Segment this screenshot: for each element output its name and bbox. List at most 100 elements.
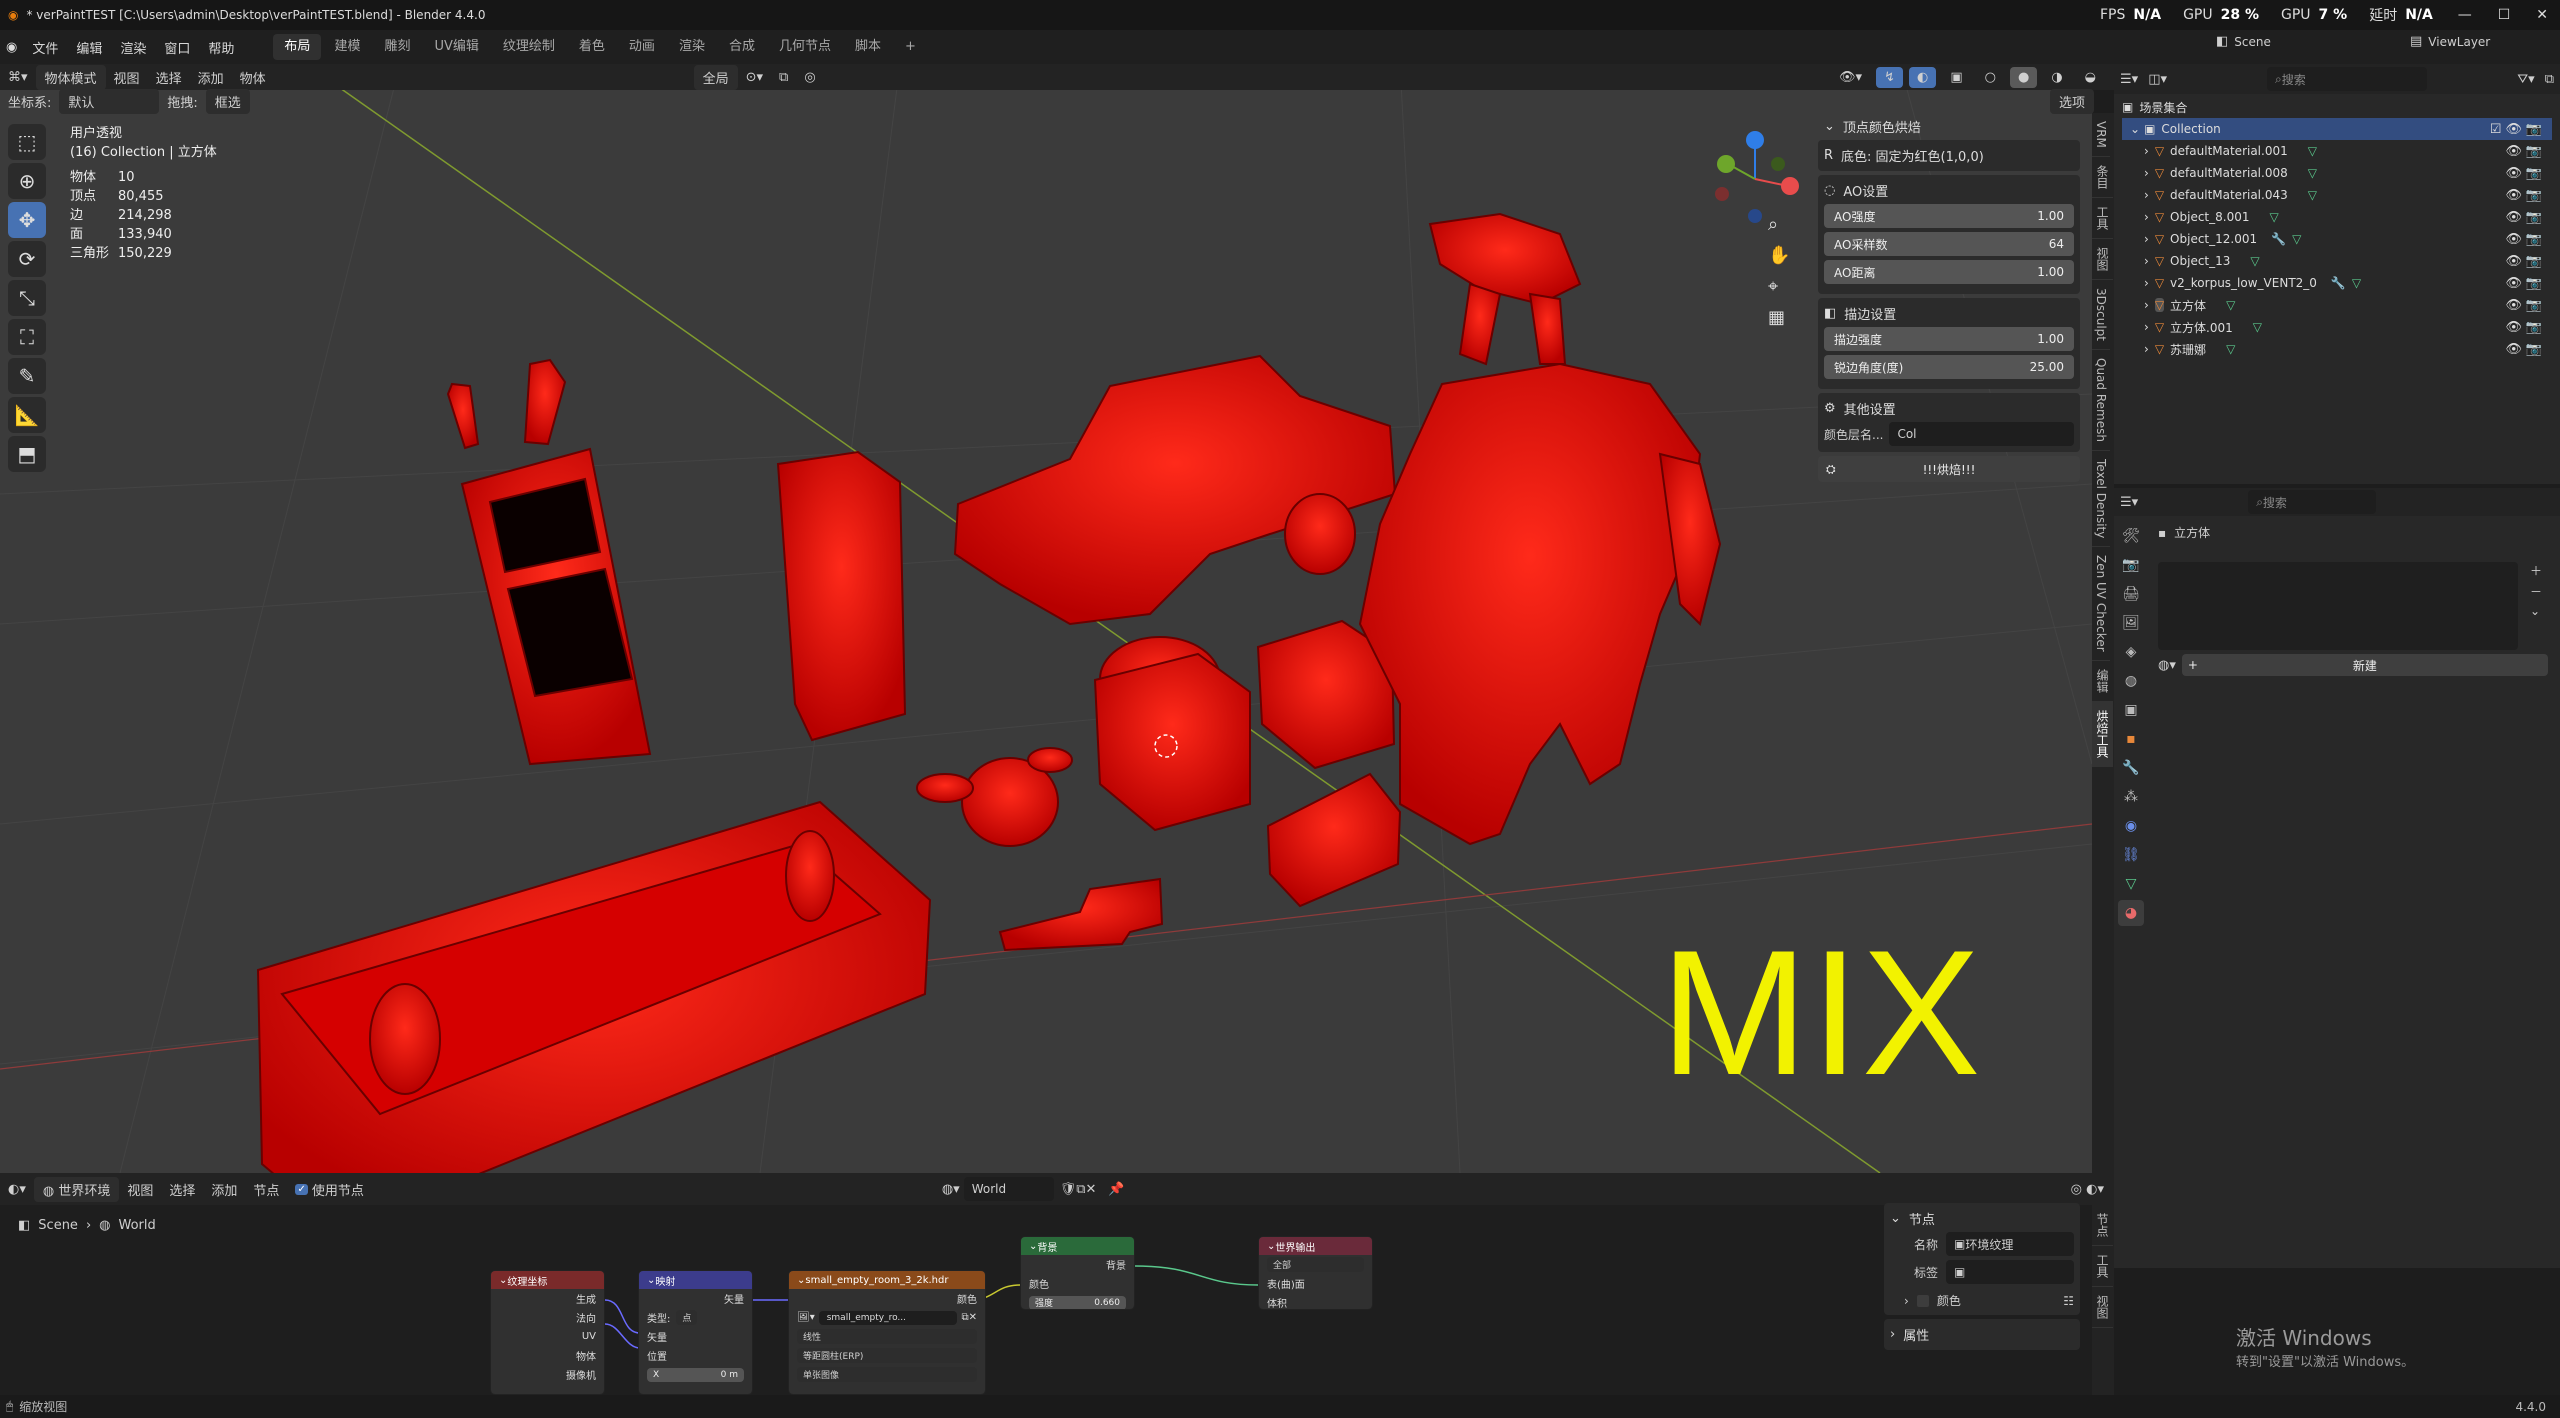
filter-icon[interactable]: ⛛▾ [2517,72,2534,87]
blender-menu-icon[interactable]: ◉ [6,40,17,55]
visibility-eye-icon[interactable]: ☑ 👁 [2490,122,2522,137]
render-props-icon[interactable]: 📷 [2118,552,2144,578]
ne-menu-node[interactable]: 节点 [245,1177,287,1202]
remove-slot-icon[interactable]: － [2530,583,2542,600]
render-camera-icon[interactable]: 📷 [2526,232,2542,247]
drag-dropdown[interactable]: 框选 [205,88,250,114]
new-collection-icon[interactable]: ⧉ [2545,72,2554,87]
ne-menu-add[interactable]: 添加 [203,1177,245,1202]
physics-props-icon[interactable]: ◉ [2118,813,2144,839]
outliner-item[interactable]: › ▽ defaultMaterial.043 ▽ 👁 📷 [2122,184,2552,206]
viewlayer-name[interactable]: ViewLayer [2428,35,2490,49]
properties-search[interactable]: ⌕ 搜索 [2248,490,2377,514]
outliner-item[interactable]: › ▽ v2_korpus_low_VENT2_0 🔧 ▽ 👁 📷 [2122,272,2552,294]
tab-scripting[interactable]: 脚本 [844,34,892,60]
render-camera-icon[interactable]: 📷 [2526,166,2542,181]
editor-type-icon[interactable]: ⌘▾ [0,67,36,88]
node-background[interactable]: ⌄ 背景 背景 颜色 强度 0.660 [1020,1236,1135,1310]
tab-node[interactable]: 节点 [2092,1205,2113,1246]
socket-color-in[interactable]: 颜色 [1021,1274,1134,1293]
vp-menu-add[interactable]: 添加 [190,65,232,90]
interpolation-dropdown[interactable]: 线性 [797,1329,977,1344]
breadcrumb-scene[interactable]: Scene [38,1218,78,1233]
tab-view[interactable]: 视图 [2092,239,2113,280]
transform-orientation[interactable]: 全局 [693,64,738,90]
scene-object-car-frame[interactable] [446,358,652,766]
ao-samples-field[interactable]: AO采样数 64 [1824,232,2074,256]
fake-user-icon[interactable]: 🛡⧉✕ [1060,1182,1097,1197]
zoom-icon[interactable]: ⌕ [1768,214,1790,235]
outliner-item[interactable]: › ▽ Object_8.001 ▽ 👁 📷 [2122,206,2552,228]
minimize-icon[interactable]: — [2458,7,2472,23]
slot-menu-icon[interactable]: ⌄ [2530,604,2542,618]
edge-strength-field[interactable]: 描边强度 1.00 [1824,327,2074,351]
vp-menu-view[interactable]: 视图 [106,65,148,90]
socket-uv[interactable]: UV [491,1327,604,1346]
outliner-item[interactable]: › ▽ 苏珊娜 ▽ 👁 📷 [2122,338,2552,360]
visibility-eye-icon[interactable]: 👁 [2505,166,2522,181]
visibility-eye-icon[interactable]: 👁 [2505,342,2522,357]
grid-view-icon[interactable]: ▦ [1768,307,1790,328]
ao-strength-field[interactable]: AO强度 1.00 [1824,204,2074,228]
scene-object-suzanne[interactable] [916,747,1073,847]
output-target-dropdown[interactable]: 全部 [1267,1257,1364,1272]
tab-node-view[interactable]: 视图 [2092,1287,2113,1328]
node-mapping[interactable]: ⌄ 映射 矢量 类型: 点 矢量 位置 X0 m [638,1270,753,1395]
outliner-item[interactable]: › ▽ 立方体.001 ▽ 👁 📷 [2122,316,2552,338]
node-label-field[interactable]: ▣ [1946,1260,2074,1284]
tab-node-tool[interactable]: 工具 [2092,1246,2113,1287]
render-camera-icon[interactable]: 📷 [2526,144,2542,159]
maximize-icon[interactable]: ☐ [2498,7,2511,23]
transform-tool-icon[interactable]: ⛶ [8,319,46,355]
strength-field[interactable]: 强度 0.660 [1029,1295,1126,1309]
coord-system-dropdown[interactable]: 默认 [59,88,160,114]
new-material-button[interactable]: + 新建 [2181,654,2548,676]
outliner-search[interactable]: ⌕ 搜索 [2267,67,2427,91]
scene-object-robot[interactable] [1358,212,1722,846]
render-camera-icon[interactable]: 📷 [2526,320,2542,335]
object-props-icon[interactable]: ▪ [2118,726,2144,752]
annotate-tool-icon[interactable]: ✎ [8,358,46,394]
world-props-icon[interactable]: ◍ [2118,668,2144,694]
node-texture-coordinate[interactable]: ⌄ 纹理坐标 生成 法向 UV 物体 摄像机 [490,1270,605,1395]
move-tool-icon[interactable]: ✥ [8,202,46,238]
ao-distance-field[interactable]: AO距离 1.00 [1824,260,2074,284]
shading-rendered-icon[interactable]: ◒ [2077,67,2104,88]
properties-editor-icon[interactable]: ☰▾ [2120,495,2138,510]
overlay-toggle-icon[interactable]: ◐ [1908,66,1937,88]
visibility-eye-icon[interactable]: 👁 [2505,232,2522,247]
projection-dropdown[interactable]: 等距圆柱(ERP) [797,1348,977,1363]
tab-zen-uv-checker[interactable]: Zen UV Checker [2092,547,2110,661]
tab-edit[interactable]: 编辑 [2092,661,2113,702]
outliner-item[interactable]: › ▽ defaultMaterial.001 ▽ 👁 📷 [2122,140,2552,162]
tab-texture-paint[interactable]: 纹理绘制 [492,34,566,60]
visibility-eye-icon[interactable]: 👁 [2505,276,2522,291]
node-environment-texture[interactable]: ⌄ small_empty_room_3_2k.hdr 颜色 🖼▾ small_e… [788,1270,986,1395]
scene-object-gun[interactable] [998,877,1164,952]
visibility-eye-icon[interactable]: 👁 [2505,144,2522,159]
options-dropdown[interactable]: 选项 [2049,88,2094,114]
overlay-icon[interactable]: ◎ ◐▾ [2071,1182,2104,1197]
scene-object-fridge[interactable] [776,450,907,742]
tab-layout[interactable]: 布局 [273,34,322,60]
socket-vector-out[interactable]: 矢量 [639,1289,752,1308]
menu-render[interactable]: 渲染 [111,38,155,57]
scene-object-box-open[interactable] [1093,652,1251,832]
socket-object[interactable]: 物体 [491,1346,604,1365]
menu-help[interactable]: 帮助 [199,38,243,57]
tab-tool[interactable]: 工具 [2092,198,2113,239]
socket-normal[interactable]: 法向 [491,1308,604,1327]
socket-generated[interactable]: 生成 [491,1289,604,1308]
ne-menu-select[interactable]: 选择 [161,1177,203,1202]
collection-props-icon[interactable]: ▣ [2118,697,2144,723]
menu-window[interactable]: 窗口 [155,38,199,57]
shading-solid-icon[interactable]: ● [2009,66,2038,88]
gizmo-toggle-icon[interactable]: ↯ [1876,66,1903,88]
outliner-item[interactable]: › ▽ Object_13 ▽ 👁 📷 [2122,250,2552,272]
outliner-item[interactable]: › ▽ Object_12.001 🔧 ▽ 👁 📷 [2122,228,2552,250]
shader-node-editor[interactable]: ⌄ 纹理坐标 生成 法向 UV 物体 摄像机 ⌄ 映射 矢量 类型: 点 矢量 位… [0,1173,2114,1395]
scene-name[interactable]: Scene [2234,35,2271,49]
visibility-eye-icon[interactable]: 👁 [2505,188,2522,203]
render-camera-icon[interactable]: 📷 [2526,342,2542,357]
close-icon[interactable]: ✕ [2536,7,2548,23]
